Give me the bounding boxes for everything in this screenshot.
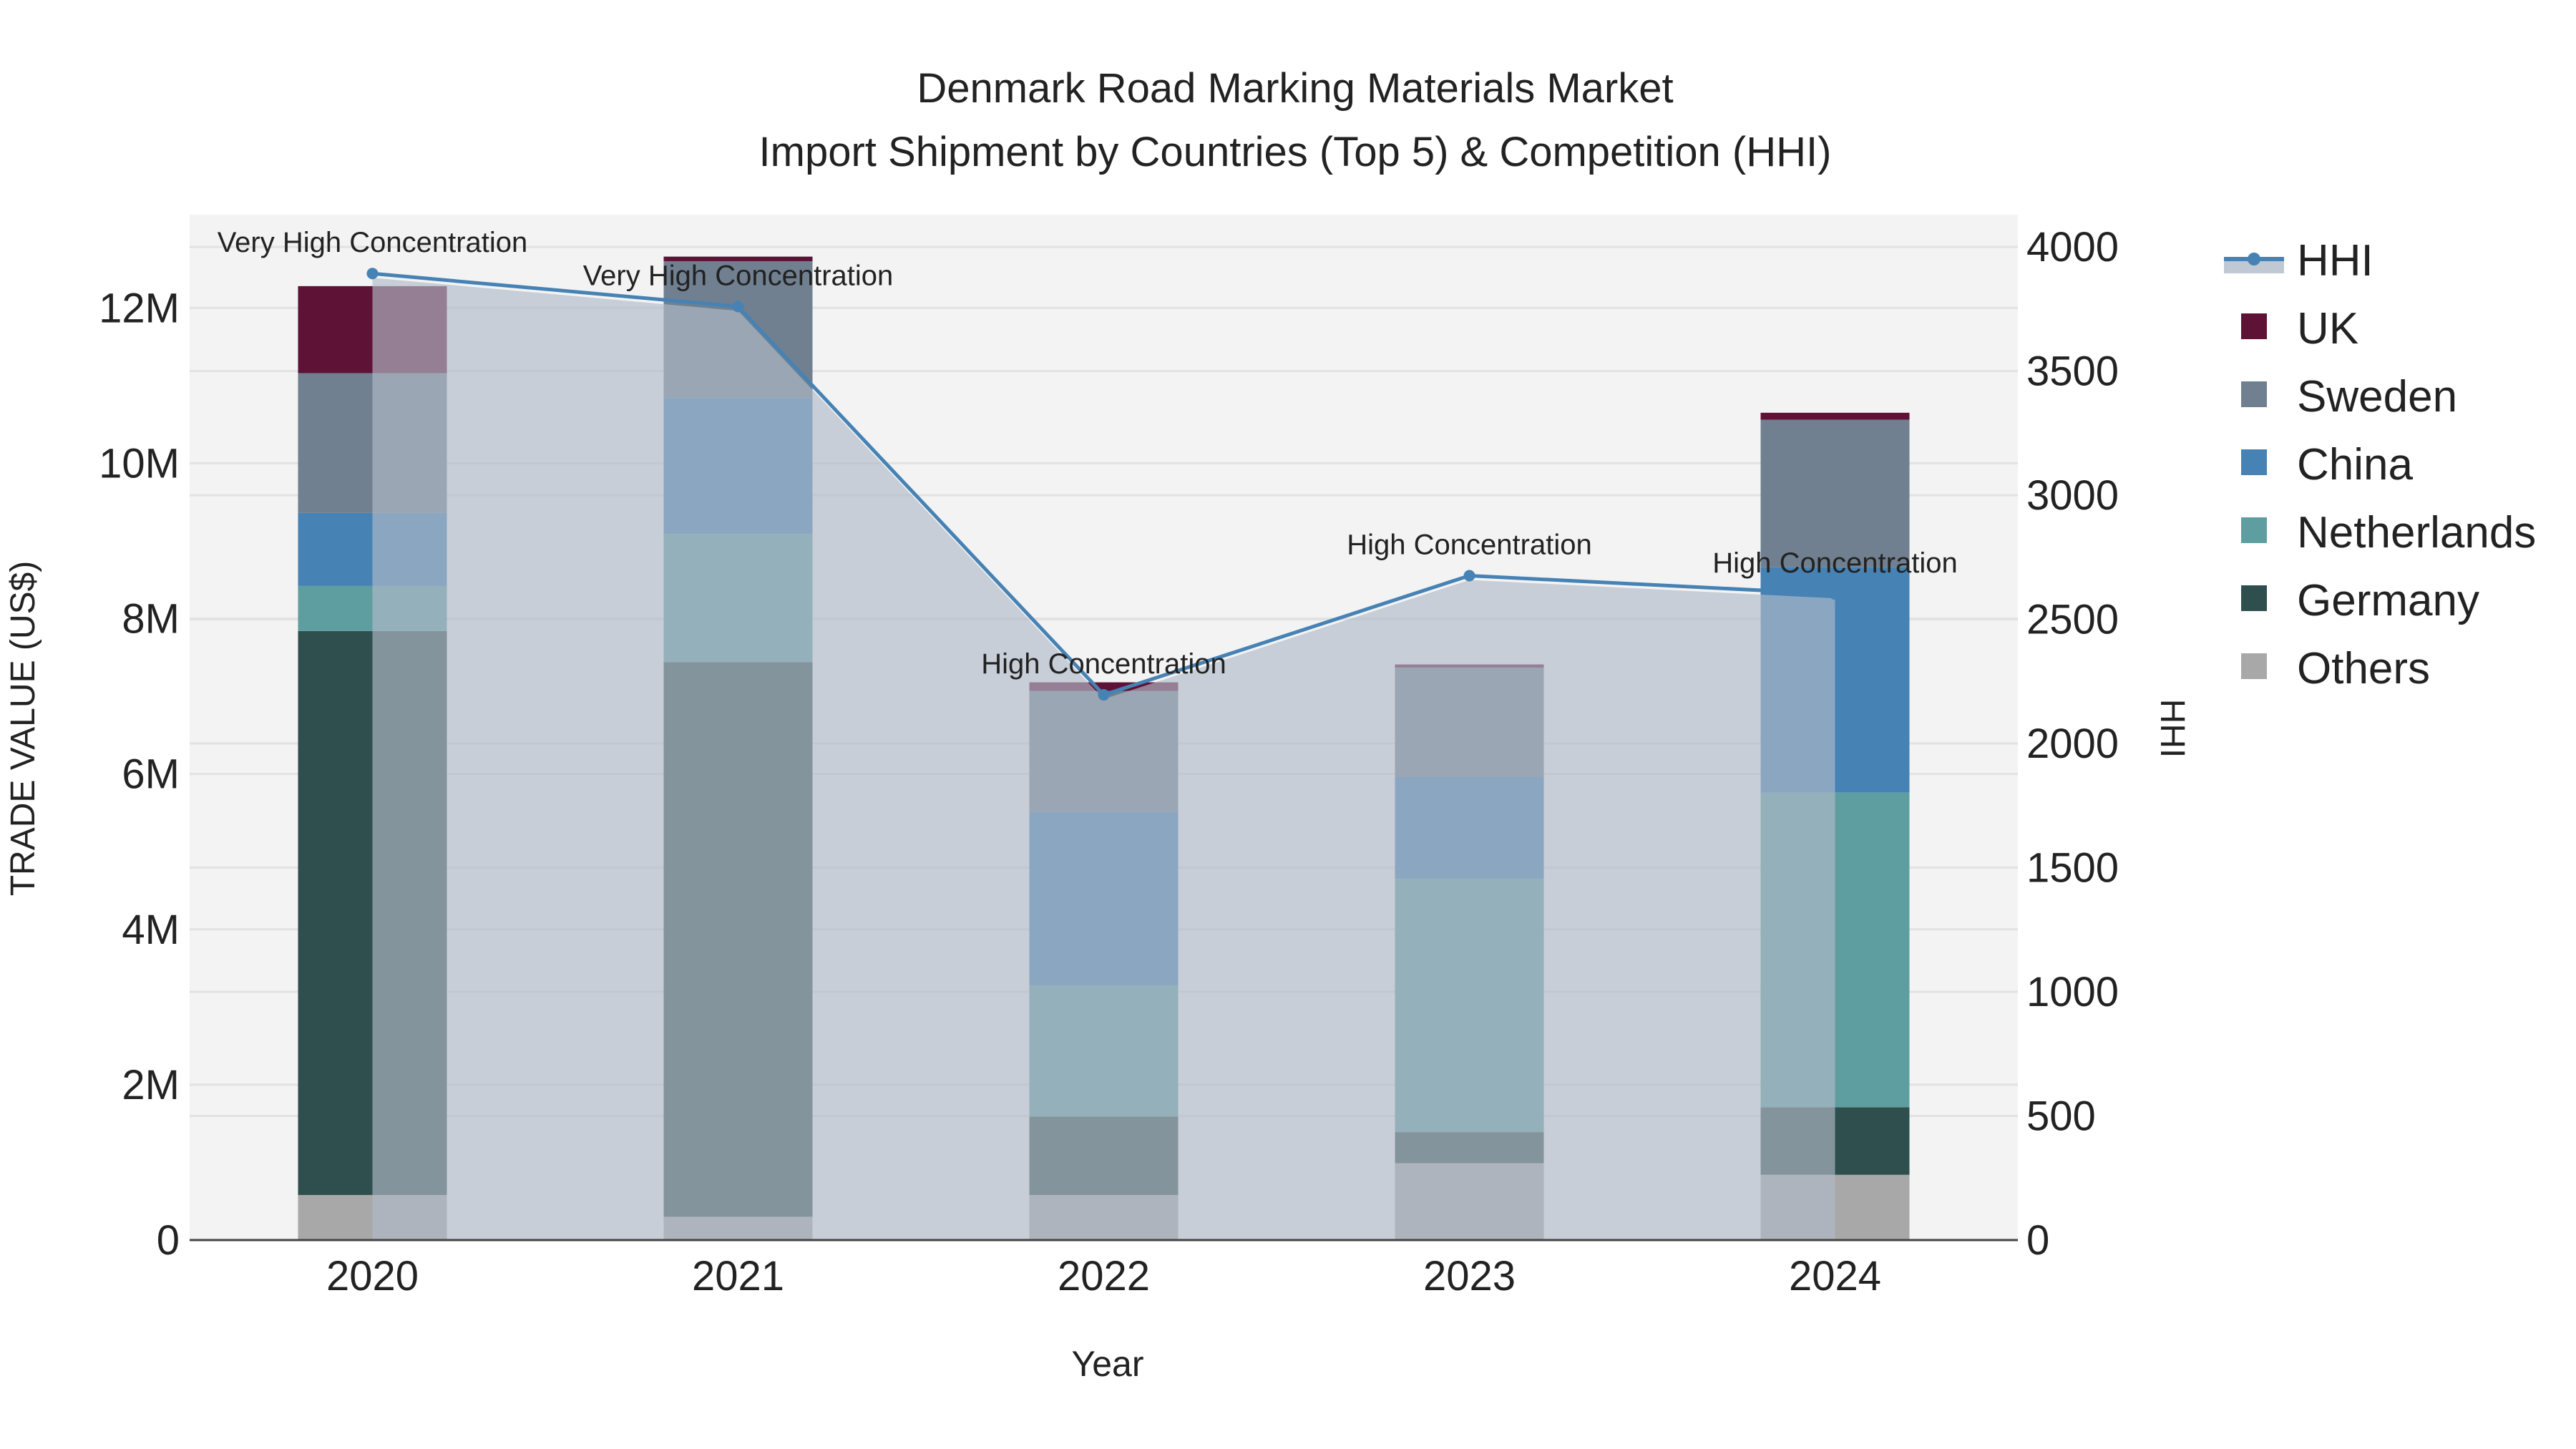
bar-uk-2024 bbox=[1760, 412, 1910, 420]
legend: HHI UK Sweden China Netherlands Germany Others bbox=[2224, 236, 2536, 693]
hhi-point-2021 bbox=[732, 301, 744, 313]
legend-swatch-china bbox=[2241, 449, 2267, 475]
legend-label-hhi: HHI bbox=[2297, 236, 2373, 286]
x-tick-label: 2024 bbox=[1789, 1253, 1881, 1299]
y2-tick-label: 3000 bbox=[2026, 472, 2119, 519]
hhi-annotation: Very High Concentration bbox=[218, 227, 528, 258]
legend-label-others: Others bbox=[2297, 644, 2430, 693]
x-axis-title: Year bbox=[1071, 1344, 1143, 1384]
y2-tick-label: 4000 bbox=[2026, 224, 2119, 270]
legend-label-netherlands: Netherlands bbox=[2297, 508, 2536, 557]
hhi-point-2020 bbox=[366, 268, 379, 280]
y2-axis-title: HHI bbox=[2153, 699, 2191, 758]
hhi-annotation: High Concentration bbox=[981, 648, 1226, 680]
legend-swatch-uk bbox=[2241, 313, 2267, 339]
hhi-point-2022 bbox=[1098, 689, 1110, 701]
hhi-point-2023 bbox=[1463, 570, 1475, 582]
y2-tick-label: 2500 bbox=[2026, 597, 2119, 643]
legend-swatch-sweden bbox=[2241, 381, 2267, 407]
hhi-point-2024 bbox=[1829, 588, 1841, 600]
y2-tick-label: 2000 bbox=[2026, 721, 2119, 767]
legend-label-germany: Germany bbox=[2297, 576, 2479, 625]
legend-label-china: China bbox=[2297, 440, 2414, 489]
y2-tick-label: 3500 bbox=[2026, 348, 2119, 395]
y-tick-label: 12M bbox=[99, 285, 180, 331]
chart-title-line1: Denmark Road Marking Materials Market bbox=[917, 65, 1673, 112]
y2-tick-label: 0 bbox=[2026, 1217, 2049, 1264]
chart-title-line2: Import Shipment by Countries (Top 5) & C… bbox=[759, 129, 1832, 175]
y2-tick-label: 1000 bbox=[2026, 969, 2119, 1015]
legend-swatch-germany bbox=[2241, 585, 2267, 611]
legend-swatch-hhi-marker bbox=[2248, 253, 2260, 265]
y-axis-title: TRADE VALUE (US$) bbox=[4, 561, 42, 897]
hhi-annotation: Very High Concentration bbox=[583, 260, 894, 291]
chart: Very High Concentration Very High Concent… bbox=[4, 65, 2536, 1384]
y-tick-label: 4M bbox=[122, 907, 180, 953]
y-tick-label: 6M bbox=[122, 751, 180, 798]
y-tick-label: 0 bbox=[157, 1217, 180, 1264]
x-tick-label: 2021 bbox=[692, 1253, 784, 1299]
y2-tick-label: 1500 bbox=[2026, 845, 2119, 892]
legend-label-uk: UK bbox=[2297, 304, 2358, 353]
y-tick-label: 8M bbox=[122, 596, 180, 643]
bar-sweden-2024 bbox=[1760, 419, 1910, 567]
x-tick-label: 2023 bbox=[1423, 1253, 1516, 1299]
hhi-annotation: High Concentration bbox=[1712, 547, 1957, 579]
y2-tick-label: 500 bbox=[2026, 1093, 2096, 1140]
x-tick-label: 2020 bbox=[326, 1253, 419, 1299]
hhi-annotation: High Concentration bbox=[1347, 529, 1591, 560]
x-tick-label: 2022 bbox=[1058, 1253, 1150, 1299]
y-tick-label: 2M bbox=[122, 1062, 180, 1108]
legend-swatch-others bbox=[2241, 653, 2267, 679]
legend-label-sweden: Sweden bbox=[2297, 372, 2457, 421]
legend-swatch-netherlands bbox=[2241, 517, 2267, 543]
y-tick-label: 10M bbox=[99, 440, 180, 487]
